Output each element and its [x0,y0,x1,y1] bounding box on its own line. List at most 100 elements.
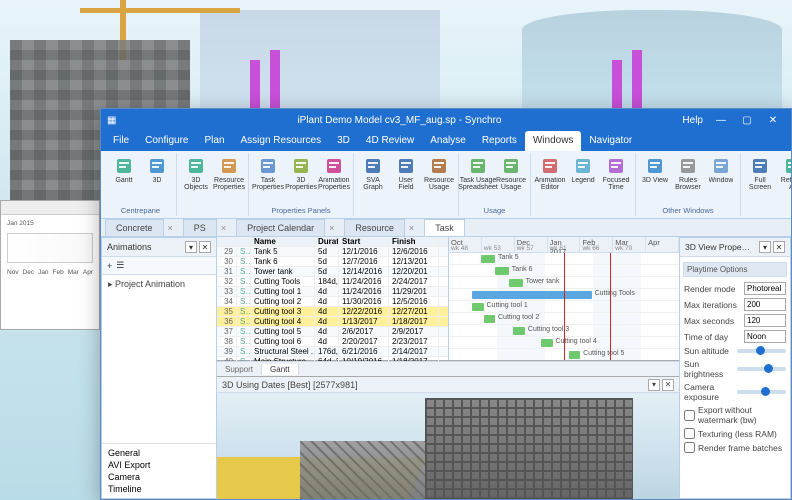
gantt-bar[interactable]: Tank 5 [481,255,495,263]
menu-assign-resources[interactable]: Assign Resources [233,131,330,151]
menu-3d[interactable]: 3D [329,131,358,151]
max-sec-field[interactable] [744,314,786,327]
ribbon-animation-editor[interactable]: Animation Editor [535,155,565,192]
tab-project-calendar[interactable]: Project Calendar [236,219,325,236]
animations-panel: Animations ▾ ✕ + ☰ ▸ Project Animation G… [101,237,217,499]
tree-item-project-animation[interactable]: Project Animation [115,279,185,289]
menu-plan[interactable]: Plan [196,131,232,151]
gantt-bar[interactable]: Tank 6 [495,267,509,275]
ribbon-gantt[interactable]: Gantt [109,155,139,192]
back-window-header [1,201,99,215]
table-row[interactable]: 29S…Tank 55d12/1/201612/6/2016 [217,247,448,257]
ribbon-sva-graph[interactable]: SVA Graph [358,155,388,192]
menu-windows[interactable]: Windows [525,131,582,151]
render-mode-field[interactable] [744,282,786,295]
table-row[interactable]: 35S…Cutting tool 34d12/22/201612/27/201 [217,307,448,317]
ribbon-resource-usage-spreadsheet[interactable]: Resource Usage Spreadsheet [496,155,526,192]
ribbon-task-properties[interactable]: Task Properties [253,155,283,192]
ribbon-refresh-all[interactable]: Refresh All [778,155,791,192]
anim-section-timeline[interactable]: Timeline [108,484,210,494]
grid-header[interactable]: Duration [315,237,339,246]
sun-altitude-slider[interactable] [737,349,787,353]
animations-tree[interactable]: ▸ Project Animation [102,275,216,443]
ribbon-full-screen[interactable]: Full Screen [745,155,775,192]
tab-task[interactable]: Task [424,219,465,236]
ribbon-rules-browser[interactable]: Rules Browser [673,155,703,192]
panel-close-button[interactable]: ✕ [773,241,785,253]
gantt-tab-gantt[interactable]: Gantt [262,364,299,375]
ribbon-3d-view[interactable]: 3D View [640,155,670,192]
gantt-bar[interactable]: Cutting Tools [472,291,592,299]
panel-close-button[interactable]: ✕ [199,241,211,253]
anim-section-avi-export[interactable]: AVI Export [108,460,210,470]
grid-header[interactable]: Start [339,237,389,246]
ribbon-resource-usage[interactable]: Resource Usage [424,155,454,192]
help-link[interactable]: Help [682,115,703,126]
menu-4d-review[interactable]: 4D Review [358,131,422,151]
tod-field[interactable] [744,330,786,343]
table-row[interactable]: 31S…Tower tank5d12/14/201612/20/201 [217,267,448,277]
minimize-button[interactable]: — [709,112,733,128]
ribbon-3d[interactable]: 3D [142,155,172,192]
table-row[interactable]: 36S…Cutting tool 44d1/13/20171/18/2017 [217,317,448,327]
viewport-close-button[interactable]: ✕ [662,379,674,391]
gantt-bar[interactable]: Tower tank [509,279,523,287]
table-row[interactable]: 38S…Cutting tool 64d2/20/20172/23/2017 [217,337,448,347]
export-no-watermark-checkbox[interactable] [684,410,695,421]
menu-analyse[interactable]: Analyse [422,131,474,151]
3d-viewport[interactable]: 3D Using Dates [Best] [2577x981] ▾ ✕ [217,376,679,499]
menu-file[interactable]: File [105,131,137,151]
table-row[interactable]: 32S…Cutting Tools184d, 7h11/24/20162/24/… [217,277,448,287]
table-row[interactable]: 34S…Cutting tool 24d11/30/201612/5/2016 [217,297,448,307]
max-iter-field[interactable] [744,298,786,311]
camera-exposure-slider[interactable] [737,390,787,394]
app-icon: ▦ [107,115,116,126]
ribbon-resource-properties[interactable]: Resource Properties [214,155,244,192]
task-grid[interactable]: NameDurationStartFinish29S…Tank 55d12/1/… [217,237,449,360]
tab-resource[interactable]: Resource [344,219,405,236]
gantt-bar[interactable]: Cutting tool 5 [569,351,581,359]
table-row[interactable]: 30S…Tank 65d12/7/201612/13/201 [217,257,448,267]
render-batches-checkbox[interactable] [684,442,695,453]
ribbon-task-usage-spreadsheet[interactable]: Task Usage Spreadsheet [463,155,493,192]
gantt-bar[interactable]: Cutting tool 1 [472,303,484,311]
3d-scene[interactable] [217,393,679,499]
tab-ps[interactable]: PS [183,219,217,236]
close-button[interactable]: ✕ [761,112,785,128]
menu-navigator[interactable]: Navigator [581,131,640,151]
gantt-bars[interactable]: Tank 5Tank 6Tower tank Cutting Tools Cutti… [449,253,679,360]
panel-toolbar-icon[interactable]: + [107,261,112,271]
anim-section-general[interactable]: General [108,448,210,458]
panel-toolbar-icon[interactable]: ☰ [116,260,124,271]
table-row[interactable]: 39S…Structural Steel ...176d, 7h6/21/201… [217,347,448,357]
ribbon-legend[interactable]: Legend [568,155,598,192]
ribbon-animation-properties[interactable]: Animation Properties [319,155,349,192]
menu-reports[interactable]: Reports [474,131,525,151]
texturing-checkbox[interactable] [684,428,695,439]
gantt-bar[interactable]: Cutting tool 4 [541,339,553,347]
table-row[interactable]: 33S…Cutting tool 14d11/24/201611/29/201 [217,287,448,297]
sun-brightness-slider[interactable] [737,367,787,371]
panel-pin-button[interactable]: ▾ [759,241,771,253]
focus-time-line[interactable] [564,253,565,360]
viewport-pin-button[interactable]: ▾ [648,379,660,391]
gantt-bar[interactable]: Cutting tool 3 [513,327,525,335]
menu-configure[interactable]: Configure [137,131,196,151]
anim-section-camera[interactable]: Camera [108,472,210,482]
focus-time-line[interactable] [610,253,611,360]
ribbon-3d-properties[interactable]: 3D Properties [286,155,316,192]
ribbon-window[interactable]: Window [706,155,736,192]
task-icon [258,156,278,176]
gantt-chart[interactable]: Octwk 48wk 53Decwk 57Jan 2017wk 61Febwk … [449,237,679,360]
panel-pin-button[interactable]: ▾ [185,241,197,253]
grid-header[interactable]: Name [251,237,315,246]
gantt-tab-support[interactable]: Support [217,364,262,375]
ribbon-3d-objects[interactable]: 3D Objects [181,155,211,192]
grid-header[interactable]: Finish [389,237,439,246]
table-row[interactable]: 37S…Cutting tool 54d2/6/20172/9/2017 [217,327,448,337]
gantt-bar[interactable]: Cutting tool 2 [484,315,496,323]
tab-concrete[interactable]: Concrete [105,219,164,236]
maximize-button[interactable]: ▢ [735,112,759,128]
ribbon-user-field-graph[interactable]: User Field Graph [391,155,421,192]
ribbon-focused-time[interactable]: Focused Time [601,155,631,192]
